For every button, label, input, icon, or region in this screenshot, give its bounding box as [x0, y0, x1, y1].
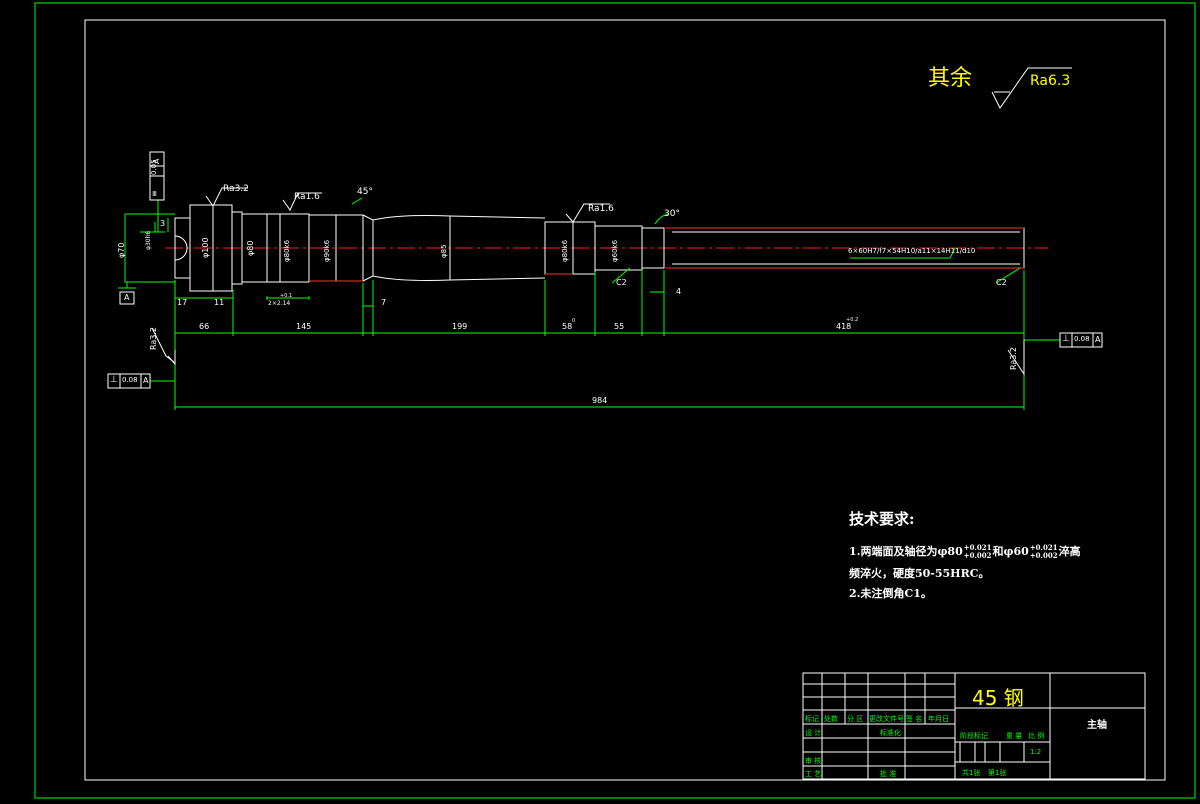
dim-58: 58	[562, 322, 573, 331]
dim-phi-shaft: φ85	[440, 244, 448, 258]
tol-value-3: 0.08	[1074, 335, 1090, 343]
dim-keyway-tol: +0.1	[280, 293, 293, 299]
tol-symbol-3: ⊥	[1062, 334, 1070, 344]
inner-frame	[84, 19, 1166, 781]
tb-scale-label: 比 例	[1028, 732, 1045, 740]
roughness-label-1: Ra3.2	[223, 184, 249, 194]
dim-phi70: φ70	[117, 242, 126, 258]
tb-row-review: 审 核	[805, 757, 822, 765]
angle-30: 30°	[664, 209, 680, 219]
tb-sheet-total: 共1张	[962, 769, 981, 777]
dim-phi-right1: φ80k6	[561, 239, 569, 262]
tech-req-line1: 1.两端面及轴径为φ80 +0.021 +0.002 和φ60 +0.021 +0.002…	[849, 544, 1081, 560]
dim-66: 66	[199, 322, 210, 331]
chamfer-right: C2	[996, 278, 1007, 287]
tol-datum-3: A	[1095, 335, 1101, 344]
dimension-lines	[118, 197, 1060, 410]
tol-symbol-2: ⊥	[110, 375, 118, 385]
surface-note-label: 其余	[928, 66, 973, 91]
angle-45: 45°	[357, 187, 373, 197]
tb-scale-value: 1:2	[1030, 748, 1042, 756]
roughness-label-2: Ra1.6	[294, 192, 320, 202]
tb-row-process: 工 艺	[805, 770, 822, 778]
dim-phi100: φ100	[201, 237, 210, 258]
dim-phi-big: φ90k6	[323, 239, 331, 262]
chamfer-left: C2	[616, 278, 627, 287]
tb-header-change: 更改文件号	[869, 715, 904, 723]
dim-phi-mid: φ80k6	[283, 239, 291, 262]
tb-weight: 重 量	[1006, 732, 1023, 740]
tol-symbol-1: ≡	[150, 190, 159, 197]
tech-req-line1-a: 1.两端面及轴径为φ80	[849, 545, 963, 558]
tb-stage: 阶段标记	[960, 732, 988, 740]
dim-phi-right2: φ60k6	[611, 239, 619, 262]
dim-11: 11	[214, 298, 225, 307]
tol-datum-1: A	[152, 158, 161, 164]
dim-58-tol: 0	[572, 318, 576, 324]
dim-145: 145	[296, 322, 312, 331]
dim-199: 199	[452, 322, 468, 331]
dim-17: 17	[177, 298, 188, 307]
tech-req-tol1-bot: +0.002	[963, 551, 992, 560]
tech-req-line2: 频淬火，硬度50-55HRC。	[849, 567, 990, 580]
tb-header-sign: 签 名	[906, 715, 923, 723]
outer-border	[34, 2, 1196, 799]
tech-req-line3: 2.未注倒角C1。	[849, 587, 932, 600]
dim-984: 984	[592, 396, 608, 405]
tb-header-count: 处数	[824, 715, 838, 723]
roughness-label-4: Ra3.2	[149, 326, 158, 350]
roughness-symbols	[151, 67, 1072, 376]
dim-3: 3	[160, 219, 166, 228]
tech-req-line1-c: 淬高	[1058, 545, 1081, 558]
tb-row-approve: 批 准	[880, 770, 897, 778]
tb-row-standard: 标准化	[880, 729, 901, 737]
tb-row-design: 设 计	[805, 729, 822, 737]
dim-4: 4	[676, 287, 682, 296]
roughness-label-3: Ra1.6	[588, 204, 614, 214]
tech-req-line1-b: 和φ60	[992, 545, 1029, 558]
tech-req-title: 技术要求:	[849, 510, 915, 528]
dim-418-tol: +0.2	[846, 317, 859, 323]
roughness-label-5: Ra3.2	[1009, 346, 1018, 370]
tb-sheet-no: 第1张	[988, 769, 1007, 777]
drawing-sheet: 其余 Ra6.3 Ra3.2 Ra1.6 Ra1.6 Ra3.2 Ra3.2 4…	[0, 0, 1200, 800]
title-material: 45 钢	[972, 686, 1024, 710]
title-part-name: 主轴	[1087, 720, 1107, 731]
dim-7: 7	[381, 298, 387, 307]
dim-keyway: 2×2.14	[268, 300, 291, 307]
tol-value-2: 0.08	[122, 376, 138, 384]
tb-header-mark: 标记	[805, 715, 819, 723]
tech-req-tol2-bot: +0.002	[1029, 551, 1058, 560]
dim-55: 55	[614, 322, 625, 331]
dim-418: 418	[836, 322, 852, 331]
tb-header-date: 年月日	[928, 715, 949, 723]
dim-phi-small: φ30h6	[145, 230, 152, 250]
spline-label: 6×60H7/f7×54H10/a11×14H11/d10	[848, 247, 976, 255]
tol-datum-2: A	[143, 376, 149, 385]
datum-label-a: A	[124, 293, 130, 302]
dim-phi80: φ80	[246, 240, 255, 256]
tb-header-zone: 分 区	[847, 715, 864, 723]
surface-note-roughness: Ra6.3	[1030, 73, 1071, 89]
